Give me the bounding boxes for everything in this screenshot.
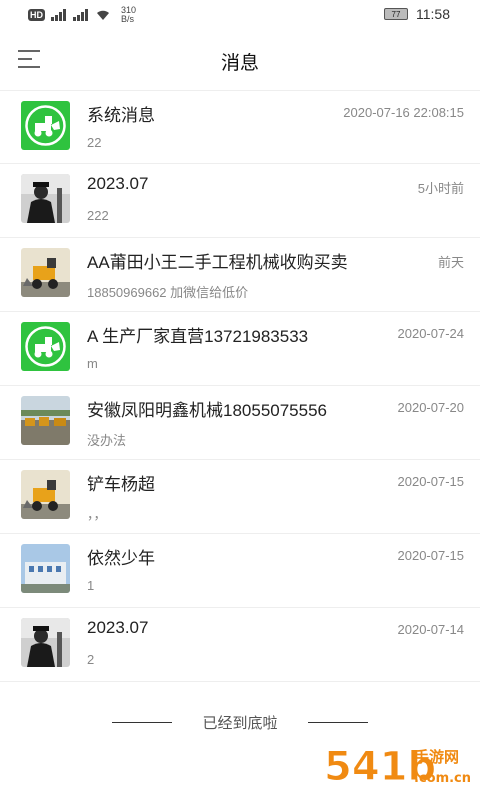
system-loader-icon — [21, 101, 70, 150]
avatar — [21, 470, 70, 519]
message-row[interactable]: 安徽凤阳明鑫机械18055075556 没办法 2020-07-20 — [0, 386, 480, 460]
message-row[interactable]: 2023.07 2 2020-07-14 — [0, 608, 480, 682]
message-time: 2020-07-15 — [397, 474, 465, 489]
message-title: 2023.07 — [87, 174, 149, 193]
signal-icon — [73, 9, 88, 21]
message-list: 系统消息 22 2020-07-16 22:08:15 2023.07 222 5小时前 A… — [0, 90, 480, 682]
status-bar: HD 310 B/s 77 11:58 — [0, 0, 480, 30]
message-time: 2020-07-20 — [397, 400, 465, 415]
list-end-text: 已经到底啦 — [202, 715, 278, 732]
message-time: 2020-07-15 — [397, 548, 465, 563]
clock: 11:58 — [416, 6, 450, 22]
message-preview: m — [87, 356, 98, 371]
message-preview: 1 — [87, 578, 95, 593]
wifi-icon — [97, 10, 109, 20]
message-preview: 22 — [87, 135, 102, 150]
message-preview: 222 — [87, 208, 109, 223]
message-title: 2023.07 — [87, 618, 149, 637]
battery-icon: 77 — [384, 8, 408, 20]
status-left: HD 310 B/s — [28, 6, 136, 24]
message-time: 2020-07-14 — [397, 622, 465, 637]
network-speed-unit: B/s — [121, 14, 135, 24]
message-title: AA莆田小王二手工程机械收购买卖 — [87, 253, 348, 272]
message-preview: 18850969662 加微信给低价 — [87, 285, 249, 300]
app-header: 消息 — [0, 30, 480, 90]
svg-text:手游网: 手游网 — [414, 748, 459, 766]
message-title: 铲车杨超 — [87, 475, 155, 494]
message-row[interactable]: 2023.07 222 5小时前 — [0, 164, 480, 238]
message-time: 5小时前 — [417, 181, 464, 196]
avatar — [21, 618, 70, 667]
message-title: A 生产厂家直营13721983533 — [87, 327, 309, 346]
avatar — [21, 396, 70, 445]
footer-divider-right — [308, 722, 368, 723]
signal-icon — [51, 9, 66, 21]
message-row[interactable]: 铲车杨超 ，， 2020-07-15 — [0, 460, 480, 534]
message-row[interactable]: 系统消息 22 2020-07-16 22:08:15 — [0, 90, 480, 164]
message-row[interactable]: A 生产厂家直营13721983533 m 2020-07-24 — [0, 312, 480, 386]
message-preview: ，， — [87, 507, 107, 522]
message-title: 系统消息 — [87, 106, 155, 125]
status-right: 77 11:58 — [384, 6, 450, 22]
message-time: 2020-07-16 22:08:15 — [343, 105, 464, 120]
system-loader-icon — [21, 322, 70, 371]
avatar — [21, 248, 70, 297]
message-row[interactable]: AA莆田小王二手工程机械收购买卖 18850969662 加微信给低价 前天 — [0, 238, 480, 312]
site-watermark-logo: 541b 手游网 .com.cn — [322, 736, 472, 794]
network-speed: 310 B/s — [121, 6, 136, 24]
message-title: 依然少年 — [87, 549, 155, 568]
message-preview: 2 — [87, 652, 95, 667]
message-time: 前天 — [437, 255, 464, 270]
svg-text:.com.cn: .com.cn — [414, 771, 471, 786]
message-row[interactable]: 依然少年 1 2020-07-15 — [0, 534, 480, 608]
list-end-indicator: 已经到底啦 — [0, 708, 480, 738]
avatar — [21, 174, 70, 223]
hd-badge: HD — [28, 9, 45, 21]
page-title: 消息 — [220, 53, 259, 74]
message-preview: 没办法 — [87, 433, 127, 448]
message-title: 安徽凤阳明鑫机械18055075556 — [87, 401, 328, 420]
avatar — [21, 544, 70, 593]
message-time: 2020-07-24 — [397, 326, 465, 341]
